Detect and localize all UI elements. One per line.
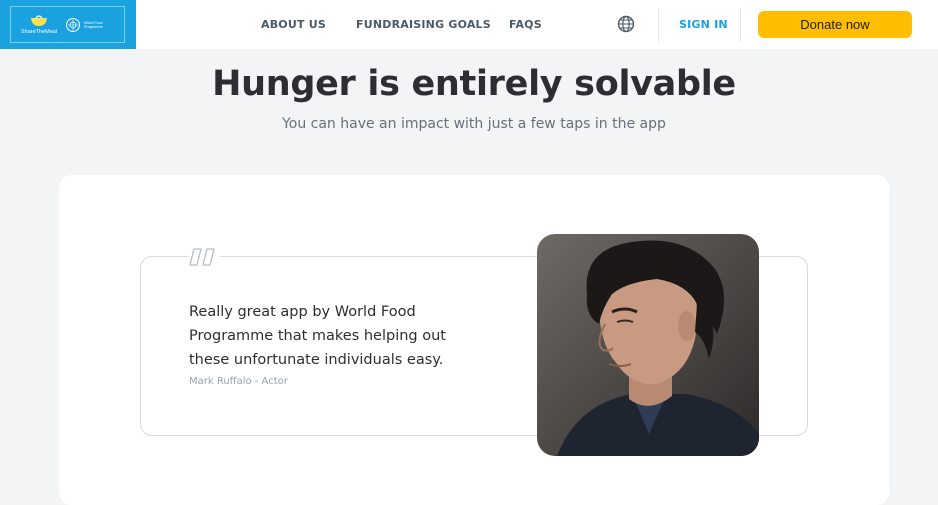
logo: ShareTheMeal World Food Programme: [10, 6, 125, 43]
nav-fundraising-goals[interactable]: FUNDRAISING GOALS: [356, 0, 491, 49]
donate-now-button[interactable]: Donate now: [758, 11, 912, 38]
wfp-logo: World Food Programme: [65, 17, 110, 33]
sign-in-link[interactable]: SIGN IN: [679, 0, 728, 49]
testimonial-portrait: [537, 234, 759, 456]
testimonial-quote: Really great app by World Food Programme…: [189, 304, 446, 368]
site-header: ShareTheMeal World Food Programme ABOUT …: [0, 0, 938, 49]
wfp-text: World Food Programme: [84, 20, 103, 29]
hero-subtitle: You can have an impact with just a few t…: [282, 116, 666, 132]
header-divider: [658, 8, 659, 42]
quote-icon: [188, 246, 220, 268]
nav-faqs[interactable]: FAQS: [509, 0, 542, 49]
nav-about-us[interactable]: ABOUT US: [261, 0, 326, 49]
header-divider: [740, 8, 741, 42]
bowl-icon: [31, 14, 47, 26]
testimonial-author: Mark Ruffalo - Actor: [189, 376, 288, 387]
logo-text: ShareTheMeal: [20, 28, 58, 35]
logo-link[interactable]: ShareTheMeal World Food Programme: [0, 0, 136, 49]
wfp-emblem-icon: [66, 17, 80, 32]
globe-icon[interactable]: [617, 15, 635, 33]
sharethemeal-logo: ShareTheMeal: [20, 14, 58, 35]
hero-title: Hunger is entirely solvable: [212, 64, 736, 104]
